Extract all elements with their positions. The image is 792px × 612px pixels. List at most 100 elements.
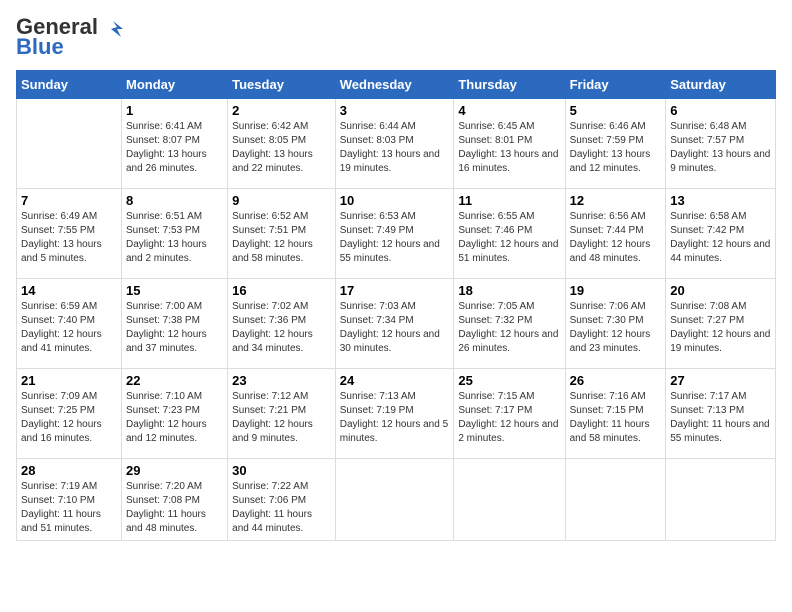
day-number: 17: [340, 283, 450, 298]
day-info: Sunrise: 7:16 AMSunset: 7:15 PMDaylight:…: [570, 390, 662, 446]
calendar-day-cell: 21 Sunrise: 7:09 AMSunset: 7:25 PMDayligh…: [17, 369, 122, 459]
day-number: 19: [570, 283, 662, 298]
day-info: Sunrise: 6:53 AMSunset: 7:49 PMDaylight:…: [340, 210, 450, 266]
day-number: 21: [21, 373, 117, 388]
calendar-day-cell: 13 Sunrise: 6:58 AMSunset: 7:42 PMDayligh…: [666, 189, 776, 279]
calendar-day-cell: 7 Sunrise: 6:49 AMSunset: 7:55 PMDaylight…: [17, 189, 122, 279]
day-info: Sunrise: 6:41 AMSunset: 8:07 PMDaylight:…: [126, 120, 223, 176]
day-info: Sunrise: 7:02 AMSunset: 7:36 PMDaylight:…: [232, 300, 331, 356]
calendar-day-cell: 1 Sunrise: 6:41 AMSunset: 8:07 PMDaylight…: [121, 99, 227, 189]
day-info: Sunrise: 6:56 AMSunset: 7:44 PMDaylight:…: [570, 210, 662, 266]
day-info: Sunrise: 6:45 AMSunset: 8:01 PMDaylight:…: [458, 120, 560, 176]
weekday-header-tuesday: Tuesday: [228, 71, 336, 99]
calendar-day-cell: 10 Sunrise: 6:53 AMSunset: 7:49 PMDayligh…: [335, 189, 454, 279]
day-number: 29: [126, 463, 223, 478]
day-info: Sunrise: 7:10 AMSunset: 7:23 PMDaylight:…: [126, 390, 223, 446]
calendar-week-row: 21 Sunrise: 7:09 AMSunset: 7:25 PMDayligh…: [17, 369, 776, 459]
logo: General Blue: [16, 16, 124, 60]
day-info: Sunrise: 6:58 AMSunset: 7:42 PMDaylight:…: [670, 210, 771, 266]
day-number: 11: [458, 193, 560, 208]
logo-bird-icon: [105, 19, 123, 37]
calendar-day-cell: 18 Sunrise: 7:05 AMSunset: 7:32 PMDayligh…: [454, 279, 565, 369]
calendar-day-cell: 24 Sunrise: 7:13 AMSunset: 7:19 PMDayligh…: [335, 369, 454, 459]
calendar-day-cell: [454, 459, 565, 541]
calendar-day-cell: 11 Sunrise: 6:55 AMSunset: 7:46 PMDayligh…: [454, 189, 565, 279]
weekday-header-sunday: Sunday: [17, 71, 122, 99]
day-number: 20: [670, 283, 771, 298]
day-number: 15: [126, 283, 223, 298]
calendar-day-cell: 27Sunrise: 7:17 AMSunset: 7:13 PMDayligh…: [666, 369, 776, 459]
day-number: 18: [458, 283, 560, 298]
calendar-day-cell: 16 Sunrise: 7:02 AMSunset: 7:36 PMDayligh…: [228, 279, 336, 369]
day-info: Sunrise: 7:20 AMSunset: 7:08 PMDaylight:…: [126, 480, 223, 536]
day-number: 10: [340, 193, 450, 208]
calendar-day-cell: 15Sunrise: 7:00 AMSunset: 7:38 PMDayligh…: [121, 279, 227, 369]
day-number: 14: [21, 283, 117, 298]
calendar-day-cell: 28 Sunrise: 7:19 AMSunset: 7:10 PMDayligh…: [17, 459, 122, 541]
day-info: Sunrise: 7:05 AMSunset: 7:32 PMDaylight:…: [458, 300, 560, 356]
day-number: 25: [458, 373, 560, 388]
day-number: 28: [21, 463, 117, 478]
day-info: Sunrise: 6:49 AMSunset: 7:55 PMDaylight:…: [21, 210, 117, 266]
calendar-day-cell: 14 Sunrise: 6:59 AMSunset: 7:40 PMDayligh…: [17, 279, 122, 369]
day-info: Sunrise: 7:12 AMSunset: 7:21 PMDaylight:…: [232, 390, 331, 446]
calendar-table: SundayMondayTuesdayWednesdayThursdayFrid…: [16, 70, 776, 541]
day-info: Sunrise: 7:22 AMSunset: 7:06 PMDaylight:…: [232, 480, 331, 536]
day-number: 24: [340, 373, 450, 388]
day-number: 13: [670, 193, 771, 208]
weekday-header-saturday: Saturday: [666, 71, 776, 99]
day-info: Sunrise: 6:44 AMSunset: 8:03 PMDaylight:…: [340, 120, 450, 176]
calendar-day-cell: 4 Sunrise: 6:45 AMSunset: 8:01 PMDaylight…: [454, 99, 565, 189]
day-info: Sunrise: 7:13 AMSunset: 7:19 PMDaylight:…: [340, 390, 450, 446]
day-number: 3: [340, 103, 450, 118]
day-info: Sunrise: 7:19 AMSunset: 7:10 PMDaylight:…: [21, 480, 117, 536]
weekday-header-wednesday: Wednesday: [335, 71, 454, 99]
day-info: Sunrise: 6:42 AMSunset: 8:05 PMDaylight:…: [232, 120, 331, 176]
day-number: 4: [458, 103, 560, 118]
calendar-day-cell: 3 Sunrise: 6:44 AMSunset: 8:03 PMDaylight…: [335, 99, 454, 189]
day-number: 5: [570, 103, 662, 118]
day-number: 7: [21, 193, 117, 208]
calendar-day-cell: [666, 459, 776, 541]
day-number: 8: [126, 193, 223, 208]
day-number: 22: [126, 373, 223, 388]
day-info: Sunrise: 7:03 AMSunset: 7:34 PMDaylight:…: [340, 300, 450, 356]
calendar-day-cell: 19Sunrise: 7:06 AMSunset: 7:30 PMDayligh…: [565, 279, 666, 369]
day-info: Sunrise: 6:46 AMSunset: 7:59 PMDaylight:…: [570, 120, 662, 176]
calendar-day-cell: 22 Sunrise: 7:10 AMSunset: 7:23 PMDayligh…: [121, 369, 227, 459]
weekday-header-monday: Monday: [121, 71, 227, 99]
calendar-day-cell: 12 Sunrise: 6:56 AMSunset: 7:44 PMDayligh…: [565, 189, 666, 279]
day-number: 26: [570, 373, 662, 388]
calendar-day-cell: 20Sunrise: 7:08 AMSunset: 7:27 PMDayligh…: [666, 279, 776, 369]
calendar-day-cell: 5 Sunrise: 6:46 AMSunset: 7:59 PMDaylight…: [565, 99, 666, 189]
calendar-day-cell: 26 Sunrise: 7:16 AMSunset: 7:15 PMDayligh…: [565, 369, 666, 459]
calendar-day-cell: 9 Sunrise: 6:52 AMSunset: 7:51 PMDaylight…: [228, 189, 336, 279]
calendar-day-cell: [17, 99, 122, 189]
day-number: 16: [232, 283, 331, 298]
day-info: Sunrise: 6:52 AMSunset: 7:51 PMDaylight:…: [232, 210, 331, 266]
day-number: 30: [232, 463, 331, 478]
weekday-header-friday: Friday: [565, 71, 666, 99]
day-info: Sunrise: 7:09 AMSunset: 7:25 PMDaylight:…: [21, 390, 117, 446]
calendar-day-cell: 2 Sunrise: 6:42 AMSunset: 8:05 PMDaylight…: [228, 99, 336, 189]
day-number: 2: [232, 103, 331, 118]
calendar-week-row: 1 Sunrise: 6:41 AMSunset: 8:07 PMDaylight…: [17, 99, 776, 189]
day-number: 1: [126, 103, 223, 118]
calendar-day-cell: [565, 459, 666, 541]
day-number: 12: [570, 193, 662, 208]
calendar-day-cell: 17 Sunrise: 7:03 AMSunset: 7:34 PMDayligh…: [335, 279, 454, 369]
day-info: Sunrise: 6:55 AMSunset: 7:46 PMDaylight:…: [458, 210, 560, 266]
day-info: Sunrise: 7:15 AMSunset: 7:17 PMDaylight:…: [458, 390, 560, 446]
calendar-day-cell: [335, 459, 454, 541]
calendar-day-cell: 30 Sunrise: 7:22 AMSunset: 7:06 PMDayligh…: [228, 459, 336, 541]
calendar-week-row: 14 Sunrise: 6:59 AMSunset: 7:40 PMDayligh…: [17, 279, 776, 369]
calendar-day-cell: 8Sunrise: 6:51 AMSunset: 7:53 PMDaylight…: [121, 189, 227, 279]
day-info: Sunrise: 6:59 AMSunset: 7:40 PMDaylight:…: [21, 300, 117, 356]
logo-blue-text: Blue: [16, 34, 64, 60]
calendar-day-cell: 25 Sunrise: 7:15 AMSunset: 7:17 PMDayligh…: [454, 369, 565, 459]
calendar-day-cell: 29 Sunrise: 7:20 AMSunset: 7:08 PMDayligh…: [121, 459, 227, 541]
calendar-day-cell: 23Sunrise: 7:12 AMSunset: 7:21 PMDayligh…: [228, 369, 336, 459]
day-info: Sunrise: 6:48 AMSunset: 7:57 PMDaylight:…: [670, 120, 771, 176]
day-number: 9: [232, 193, 331, 208]
calendar-day-cell: 6Sunrise: 6:48 AMSunset: 7:57 PMDaylight…: [666, 99, 776, 189]
